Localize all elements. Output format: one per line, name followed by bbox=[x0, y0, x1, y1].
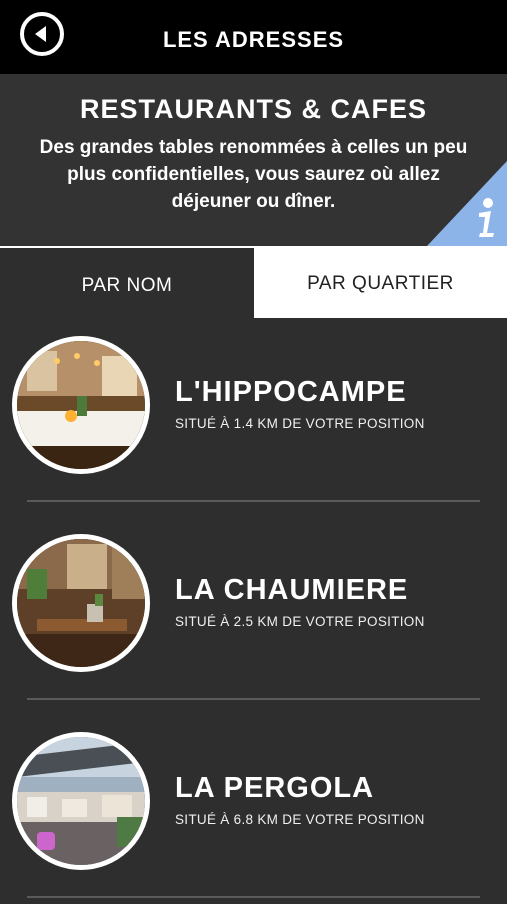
tab-bar: PAR NOM PAR QUARTIER bbox=[0, 246, 507, 318]
section-title: RESTAURANTS & CAFES bbox=[79, 94, 427, 124]
restaurant-distance: SITUÉ À 6.8 KM DE VOTRE POSITION bbox=[175, 812, 425, 827]
list-item[interactable]: LA CHAUMIERE SITUÉ À 2.5 KM DE VOTRE POS… bbox=[0, 516, 507, 706]
divider bbox=[27, 500, 480, 502]
top-bar: LES ADRESSES bbox=[0, 0, 507, 74]
page-title: LES ADRESSES bbox=[162, 27, 345, 52]
list-item[interactable]: L'HIPPOCAMPE SITUÉ À 1.4 KM DE VOTRE POS… bbox=[0, 318, 507, 508]
tab-par-quartier[interactable]: PAR QUARTIER bbox=[254, 246, 507, 318]
restaurant-distance: SITUÉ À 2.5 KM DE VOTRE POSITION bbox=[175, 614, 425, 629]
divider bbox=[27, 896, 480, 898]
restaurant-distance: SITUÉ À 1.4 KM DE VOTRE POSITION bbox=[175, 416, 425, 431]
divider bbox=[27, 698, 480, 700]
tab-par-nom[interactable]: PAR NOM bbox=[0, 246, 254, 318]
section-description: Des grandes tables renommées à celles un… bbox=[39, 137, 468, 212]
restaurant-name: LA PERGOLA bbox=[175, 772, 375, 804]
info-button[interactable] bbox=[427, 161, 507, 246]
info-icon bbox=[427, 161, 507, 246]
restaurant-name: LA CHAUMIERE bbox=[175, 574, 409, 606]
restaurant-name: L'HIPPOCAMPE bbox=[175, 376, 407, 408]
restaurant-photo bbox=[12, 732, 150, 870]
list-item[interactable]: LA PERGOLA SITUÉ À 6.8 KM DE VOTRE POSIT… bbox=[0, 714, 507, 904]
restaurant-photo bbox=[12, 534, 150, 672]
restaurant-photo bbox=[12, 336, 150, 474]
